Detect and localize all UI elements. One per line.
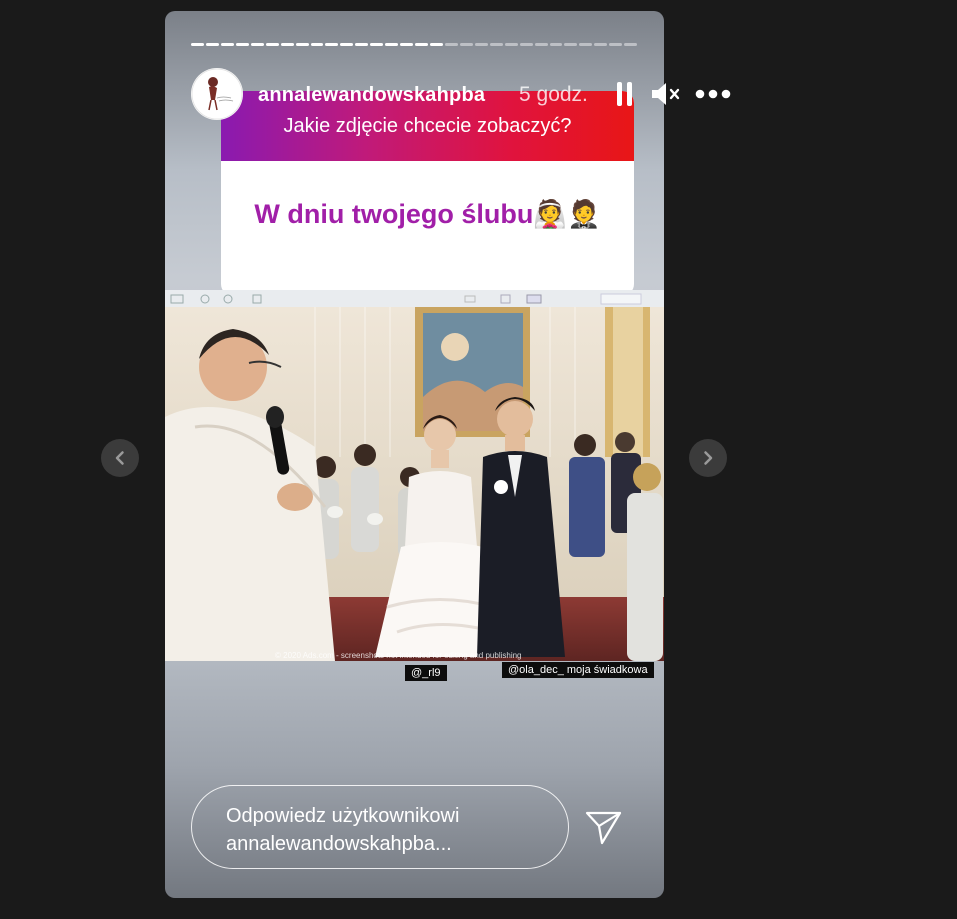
progress-segment [235,43,249,46]
progress-segment [205,43,219,46]
progress-segment [474,43,488,46]
reply-input[interactable]: Odpowiedz użytkownikowi annalewandowskah… [191,785,569,869]
pause-icon [617,82,632,106]
progress-segment [355,43,369,46]
avatar[interactable] [191,68,243,120]
reply-placeholder: Odpowiedz użytkownikowi annalewandowskah… [226,805,460,855]
progress-segment [579,43,593,46]
story-header: annalewandowskahpba 5 godz. [191,68,664,120]
progress-segment [265,43,279,46]
progress-segment [191,43,204,46]
progress-segment [280,43,294,46]
story-viewer: Jakie zdjęcie chcecie zobaczyć? W dniu t… [0,0,957,919]
username[interactable]: annalewandowskahpba [258,84,485,107]
progress-segment [370,43,384,46]
previous-story-button[interactable] [101,439,139,477]
progress-segment [534,43,548,46]
send-button[interactable] [584,807,624,847]
progress-segment [459,43,473,46]
progress-segment [295,43,309,46]
mute-button[interactable] [651,80,681,108]
progress-segment [325,43,339,46]
pause-button[interactable] [612,80,638,108]
progress-segment [549,43,563,46]
profile-logo-icon [191,68,243,120]
chevron-right-icon [704,451,713,465]
question-answer: W dniu twojego ślubu👰🤵 [254,199,601,229]
progress-segment [489,43,503,46]
mention-tag[interactable]: @ola_dec_ moja świadkowa [502,662,654,678]
story-card[interactable]: Jakie zdjęcie chcecie zobaczyć? W dniu t… [165,11,664,898]
progress-segment [340,43,354,46]
progress-segment [609,43,623,46]
question-sticker: Jakie zdjęcie chcecie zobaczyć? W dniu t… [221,91,634,296]
progress-segment [444,43,458,46]
more-options-icon [695,89,731,99]
mention-tag[interactable]: @_rl9 [405,665,447,681]
progress-segment [564,43,578,46]
progress-segment [519,43,533,46]
timestamp: 5 godz. [519,83,588,106]
progress-segment [250,43,264,46]
paper-plane-icon [585,811,622,845]
progress-segment [310,43,324,46]
story-progress-bar [191,43,638,47]
chevron-left-icon [115,451,124,465]
speaker-muted-icon [652,83,680,105]
wedding-photo: © 2020 Ads.com - screenshots not intende… [165,307,664,661]
photo-watermark: © 2020 Ads.com - screenshots not intende… [275,651,522,660]
next-story-button[interactable] [689,439,727,477]
progress-segment [504,43,518,46]
progress-segment [400,43,414,46]
screenshot-toolbar-strip [165,290,664,307]
progress-segment [385,43,399,46]
more-options-button[interactable] [694,80,732,108]
progress-segment [430,43,443,46]
progress-segment [220,43,234,46]
progress-segment [415,43,428,46]
progress-segment [594,43,608,46]
progress-segment [624,43,638,46]
